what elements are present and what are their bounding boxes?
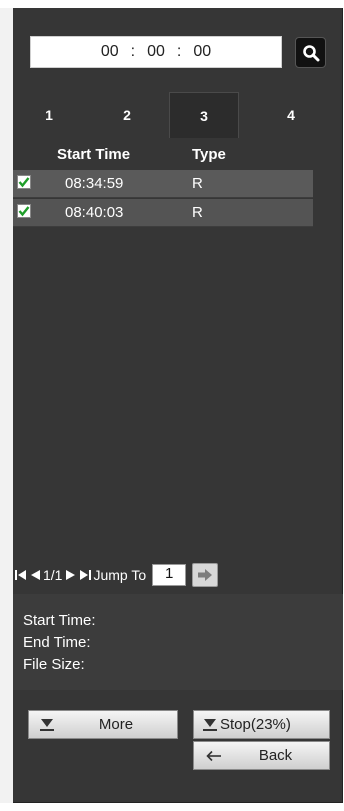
- tab-channel-4[interactable]: 4: [239, 92, 343, 138]
- time-separator: :: [176, 43, 182, 60]
- tab-channel-3[interactable]: 3: [169, 92, 239, 138]
- hour-field[interactable]: 00: [101, 43, 119, 61]
- search-button[interactable]: [295, 37, 326, 68]
- end-time-info-label: End Time:: [23, 634, 91, 651]
- table-row[interactable]: 08:34:59 R: [13, 170, 313, 198]
- prev-page-button[interactable]: [30, 569, 40, 581]
- arrow-left-icon: [206, 750, 222, 762]
- row-start-time: 08:40:03: [65, 204, 124, 221]
- minute-field[interactable]: 00: [147, 43, 165, 61]
- time-separator: :: [130, 43, 136, 60]
- prev-page-icon: [31, 570, 40, 580]
- search-icon: [302, 44, 319, 61]
- file-info-panel: Start Time: End Time: File Size:: [13, 594, 343, 690]
- time-search-input[interactable]: 00 : 00 : 00: [30, 36, 282, 68]
- checkmark-icon: [18, 177, 30, 188]
- arrow-right-icon: [198, 569, 213, 581]
- header-type: Type: [192, 145, 226, 163]
- file-size-info-label: File Size:: [23, 656, 85, 673]
- first-page-button[interactable]: [15, 569, 27, 581]
- pagination-bar: 1/1 Jump To 1: [13, 562, 343, 588]
- jump-to-label: Jump To: [93, 567, 147, 583]
- back-button[interactable]: Back: [193, 741, 330, 770]
- channel-tabs: 1 2 3 4: [13, 92, 343, 138]
- next-page-icon: [66, 570, 76, 580]
- tab-channel-1[interactable]: 1: [13, 92, 85, 138]
- row-checkbox[interactable]: [17, 204, 31, 218]
- last-page-icon: [80, 570, 92, 580]
- more-button[interactable]: More: [28, 710, 178, 739]
- back-button-label: Back: [258, 747, 293, 764]
- row-type: R: [192, 175, 203, 192]
- row-checkbox[interactable]: [17, 175, 31, 189]
- header-start-time: Start Time: [57, 145, 131, 163]
- left-strip: [0, 8, 13, 803]
- second-field[interactable]: 00: [193, 43, 211, 61]
- stop-button-label: Stop(23%): [220, 716, 291, 733]
- download-icon: [39, 718, 55, 732]
- jump-go-button[interactable]: [192, 563, 219, 587]
- row-type: R: [192, 204, 203, 221]
- tab-channel-2[interactable]: 2: [85, 92, 169, 138]
- download-icon: [202, 718, 218, 732]
- stop-download-button[interactable]: Stop(23%): [193, 710, 330, 739]
- table-row[interactable]: 08:40:03 R: [13, 199, 313, 227]
- start-time-info-label: Start Time:: [23, 612, 96, 629]
- jump-page-input[interactable]: 1: [152, 564, 187, 586]
- first-page-icon: [15, 570, 26, 580]
- page-indicator: 1/1: [43, 567, 63, 583]
- last-page-button[interactable]: [80, 569, 92, 581]
- more-button-label: More: [98, 716, 134, 733]
- record-table-header: Start Time Type: [13, 140, 343, 168]
- checkmark-icon: [18, 206, 30, 217]
- row-start-time: 08:34:59: [65, 175, 124, 192]
- next-page-button[interactable]: [66, 569, 76, 581]
